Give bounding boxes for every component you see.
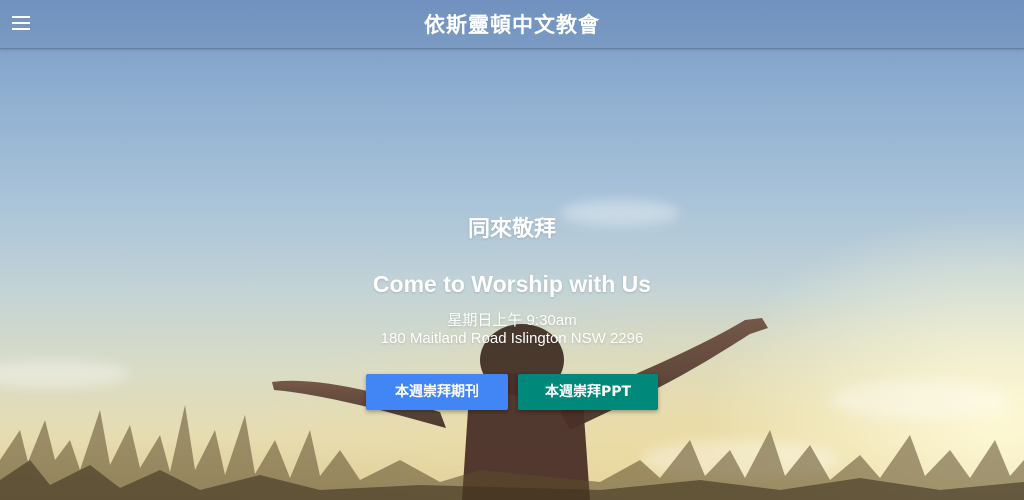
hero-content: 同來敬拜 Come to Worship with Us 星期日上午 9:30a… <box>0 212 1024 410</box>
hero-heading-english: Come to Worship with Us <box>372 271 652 297</box>
top-app-bar: 依斯靈頓中文教會 <box>0 0 1024 49</box>
weekly-bulletin-button[interactable]: 本週崇拜期刊 <box>366 374 508 410</box>
hero-section: 依斯靈頓中文教會 同來敬拜 Come to Worship with Us 星期… <box>0 0 1024 500</box>
church-address: 180 Maitland Road Islington NSW 2296 <box>380 330 644 347</box>
hero-buttons: 本週崇拜期刊 本週崇拜PPT <box>0 374 1024 410</box>
weekly-ppt-button[interactable]: 本週崇拜PPT <box>518 374 658 410</box>
service-info: 星期日上午 9:30am 180 Maitland Road Islington… <box>0 312 1024 348</box>
service-time: 星期日上午 9:30am <box>447 312 577 329</box>
site-title[interactable]: 依斯靈頓中文教會 <box>0 9 1024 39</box>
hero-heading-chinese: 同來敬拜 <box>467 217 556 242</box>
